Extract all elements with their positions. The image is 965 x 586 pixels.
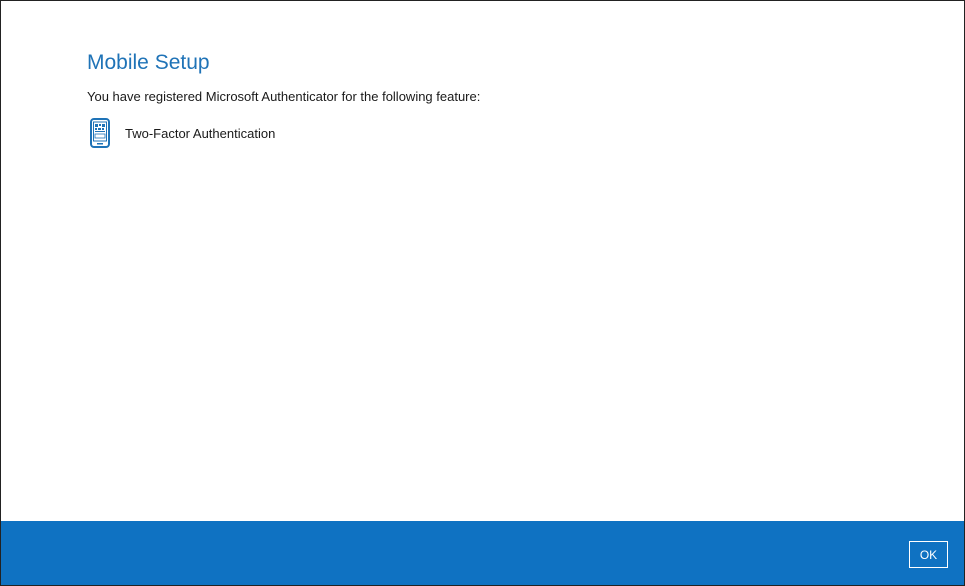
feature-item-two-factor-authentication: Two-Factor Authentication	[90, 118, 275, 148]
mobile-authenticator-icon	[90, 118, 110, 148]
page-title: Mobile Setup	[87, 51, 210, 74]
dialog-content: Mobile Setup You have registered Microso…	[1, 1, 964, 521]
ok-button[interactable]: OK	[909, 541, 948, 568]
feature-label: Two-Factor Authentication	[125, 125, 276, 141]
dialog-footer: OK	[1, 521, 964, 585]
registration-description: You have registered Microsoft Authentica…	[87, 89, 481, 104]
mobile-setup-window: Mobile Setup You have registered Microso…	[0, 0, 965, 586]
